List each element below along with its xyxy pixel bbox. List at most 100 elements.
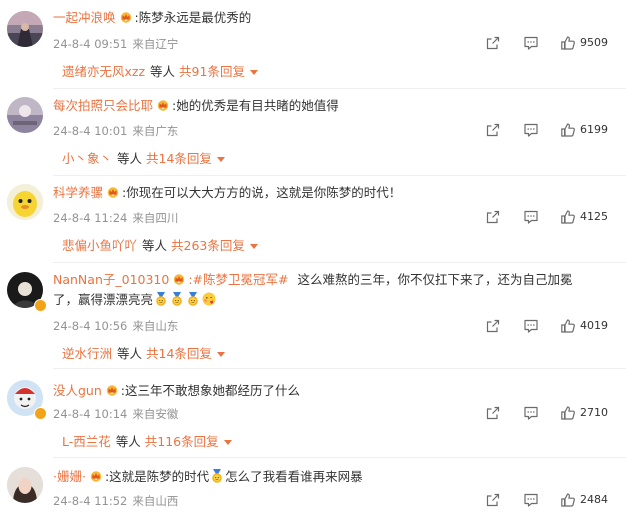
share-icon[interactable]: [485, 122, 501, 138]
comment-meta: 24-8-4 10:14 来自安徽: [53, 406, 178, 422]
like-count: 2484: [580, 493, 608, 506]
comment-date: 24-8-4 09:51: [53, 37, 128, 51]
comment-meta: 24-8-4 10:01 来自广东: [53, 123, 178, 139]
crown-badge-icon: [172, 273, 186, 285]
like-button[interactable]: [560, 122, 576, 138]
thumbs-up-icon: [560, 122, 576, 138]
like-button[interactable]: [560, 35, 576, 51]
crown-badge-icon: [105, 384, 119, 396]
like-count: 4019: [580, 319, 608, 332]
reply-user[interactable]: 遗绪亦无风xzz: [62, 64, 145, 79]
reply-summary[interactable]: 遗绪亦无风xzz 等人 共91条回复: [62, 64, 258, 80]
username[interactable]: 科学养骡: [53, 185, 103, 200]
comment-icon[interactable]: [523, 209, 539, 225]
like-button[interactable]: [560, 405, 576, 421]
comment-icon[interactable]: [523, 318, 539, 334]
username[interactable]: ·姗姗·: [53, 469, 86, 484]
gold-medal-emoji: [210, 469, 224, 483]
username[interactable]: 没人gun: [53, 383, 102, 398]
comment-date: 24-8-4 10:14: [53, 407, 128, 421]
comment-item: 一起冲浪唤 :陈梦永远是最优秀的 24-8-4 09:51 来自辽宁 9509 遗绪…: [0, 0, 626, 89]
chevron-down-icon: [216, 157, 225, 162]
reply-mid: 等人: [150, 64, 176, 79]
gold-medal-emoji: [186, 292, 200, 306]
comment-text-continued: 了，赢得漂漂亮亮: [53, 292, 154, 307]
comment-icon[interactable]: [523, 405, 539, 421]
comment-item: NanNan子_010310:#陈梦卫冕冠军# 这么难熬的三年，你不仅扛下来了，还…: [0, 262, 626, 369]
comment-text: :陈梦永远是最优秀的: [134, 10, 252, 25]
avatar[interactable]: [7, 97, 43, 133]
comment-meta: 24-8-4 11:52 来自山西: [53, 493, 178, 509]
thumbs-up-icon: [560, 209, 576, 225]
reply-total[interactable]: 共91条回复: [179, 64, 245, 79]
reply-total[interactable]: 共263条回复: [171, 238, 245, 253]
comment-location: 来自辽宁: [132, 37, 179, 51]
comment-item: 没人gun :这三年不敢想象她都经历了什么 24-8-4 10:14 来自安徽 27…: [0, 368, 626, 458]
reply-summary[interactable]: 悲偏小鱼吖吖 等人 共263条回复: [62, 238, 258, 254]
comment-date: 24-8-4 11:24: [53, 211, 128, 225]
username[interactable]: 一起冲浪唤: [53, 10, 116, 25]
comment-text: :这三年不敢想象她都经历了什么: [120, 383, 300, 398]
comment-location: 来自山东: [132, 319, 179, 333]
reply-mid: 等人: [117, 346, 143, 361]
verified-badge-icon: [34, 299, 47, 312]
chevron-down-icon: [223, 440, 232, 445]
comment-location: 来自安徽: [132, 407, 179, 421]
reply-user[interactable]: L-西兰花: [62, 434, 111, 449]
thumbs-up-icon: [560, 405, 576, 421]
comment-actions: 2484: [485, 492, 608, 508]
share-icon[interactable]: [485, 405, 501, 421]
reply-summary[interactable]: 小丶象丶 等人 共14条回复: [62, 151, 225, 167]
like-count: 6199: [580, 123, 608, 136]
comment-date: 24-8-4 11:52: [53, 494, 128, 508]
username[interactable]: 每次拍照只会比耶: [53, 98, 153, 113]
like-count: 9509: [580, 36, 608, 49]
avatar[interactable]: [7, 184, 43, 220]
thumbs-up-icon: [560, 318, 576, 334]
reply-total[interactable]: 共14条回复: [146, 151, 212, 166]
share-icon[interactable]: [485, 35, 501, 51]
like-button[interactable]: [560, 318, 576, 334]
comment-text: :这就是陈梦的时代: [104, 469, 210, 484]
share-icon[interactable]: [485, 492, 501, 508]
crown-badge-icon: [89, 470, 103, 482]
reply-summary[interactable]: L-西兰花 等人 共116条回复: [62, 434, 232, 450]
avatar[interactable]: [7, 467, 43, 503]
comment-actions: 4125: [485, 209, 608, 225]
share-icon[interactable]: [485, 209, 501, 225]
reply-total[interactable]: 共116条回复: [145, 434, 219, 449]
comment-meta: 24-8-4 11:24 来自四川: [53, 210, 178, 226]
share-icon[interactable]: [485, 318, 501, 334]
comment-item: ·姗姗·:这就是陈梦的时代 怎么了我看看谁再来网暴 24-8-4 11:52 来自山…: [0, 457, 626, 519]
chevron-down-icon: [249, 70, 258, 75]
comment-location: 来自四川: [132, 211, 179, 225]
reply-user[interactable]: 悲偏小鱼吖吖: [62, 238, 137, 253]
chevron-down-icon: [249, 244, 258, 249]
chevron-down-icon: [216, 352, 225, 357]
gold-medal-emoji: [170, 292, 184, 306]
crown-badge-icon: [119, 11, 133, 23]
gold-medal-emoji: [154, 292, 168, 306]
reply-user[interactable]: 小丶象丶: [62, 151, 112, 166]
comment-actions: 9509: [485, 35, 608, 51]
like-button[interactable]: [560, 209, 576, 225]
reply-mid: 等人: [142, 238, 168, 253]
comment-icon[interactable]: [523, 122, 539, 138]
reply-summary[interactable]: 逆水行洲 等人 共14条回复: [62, 346, 225, 362]
reply-mid: 等人: [117, 151, 143, 166]
comment-item: 科学养骡:你现在可以大大方方的说，这就是你陈梦的时代！ 24-8-4 11:24…: [0, 175, 626, 263]
like-count: 4125: [580, 210, 608, 223]
comment-actions: 2710: [485, 405, 608, 421]
like-count: 2710: [580, 406, 608, 419]
topic-hashtag[interactable]: :#陈梦卫冕冠军#: [188, 272, 288, 287]
reply-total[interactable]: 共14条回复: [146, 346, 212, 361]
avatar[interactable]: [7, 11, 43, 47]
like-button[interactable]: [560, 492, 576, 508]
username[interactable]: NanNan子_010310: [53, 272, 169, 287]
comment-text: :她的优秀是有目共睹的她值得: [172, 98, 339, 113]
comment-icon[interactable]: [523, 492, 539, 508]
thumbs-up-icon: [560, 35, 576, 51]
reply-user[interactable]: 逆水行洲: [62, 346, 112, 361]
kiss-emoji: [202, 292, 216, 306]
comment-icon[interactable]: [523, 35, 539, 51]
